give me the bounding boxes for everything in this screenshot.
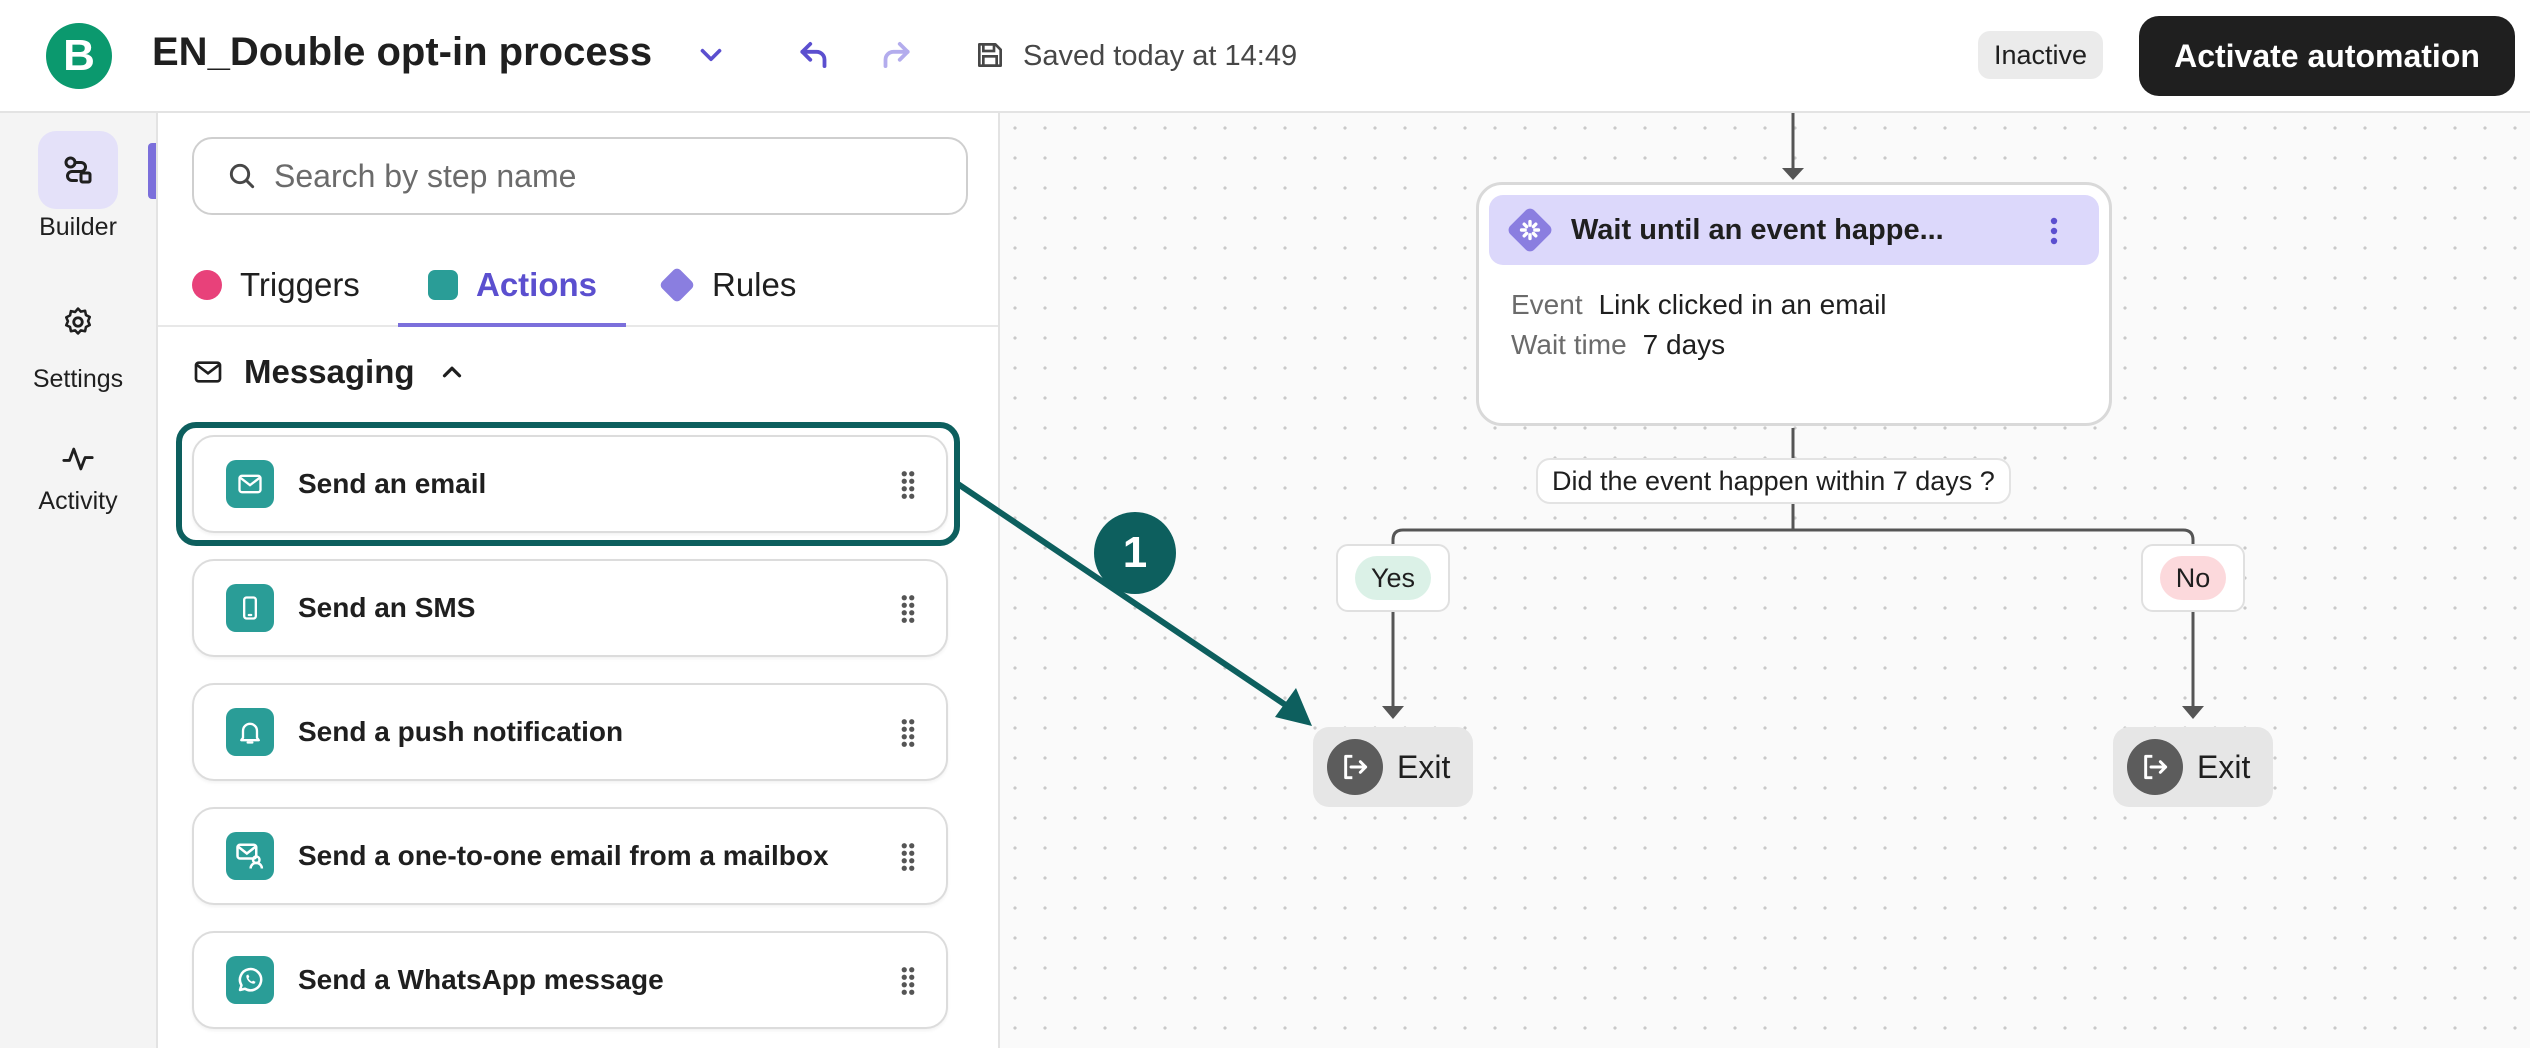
rail-label: Activity — [38, 487, 118, 515]
status-badge: Inactive — [1978, 31, 2104, 79]
exit-label: Exit — [1397, 748, 1451, 785]
event-key: Event — [1511, 289, 1583, 320]
activity-icon — [62, 447, 94, 471]
bell-icon — [226, 708, 274, 756]
wait-time-key: Wait time — [1511, 329, 1627, 360]
wait-time-value: 7 days — [1642, 329, 1726, 360]
event-row: Event Link clicked in an email — [1511, 289, 1887, 321]
save-icon — [978, 43, 1002, 67]
whatsapp-icon — [226, 956, 274, 1004]
builder-icon — [64, 156, 92, 184]
mail-icon — [194, 361, 222, 383]
top-bar: B EN_Double opt-in process Saved today a… — [0, 0, 2530, 113]
wait-card-header: Wait until an event happe... — [1489, 195, 2099, 265]
section-title: Messaging — [244, 353, 415, 390]
rail-item-builder[interactable]: Builder — [0, 131, 156, 242]
steps-panel: Triggers Actions Rules Messaging Send an… — [158, 113, 1000, 1048]
saved-status: Saved today at 14:49 — [1023, 40, 1298, 72]
step-label: Send a WhatsApp message — [298, 964, 664, 995]
gear-icon — [64, 307, 92, 335]
drag-handle-icon[interactable] — [900, 842, 916, 872]
condition-label: Did the event happen within 7 days ? — [1536, 458, 2011, 504]
step-send-whatsapp[interactable]: Send a WhatsApp message — [192, 931, 948, 1029]
active-tab-underline — [398, 323, 626, 327]
redo-icon[interactable] — [876, 36, 914, 74]
chevron-up-icon[interactable] — [437, 357, 467, 387]
brand-logo[interactable]: B — [46, 23, 112, 89]
wait-event-card[interactable]: Wait until an event happe... Event Link c… — [1476, 182, 2112, 426]
search-box[interactable] — [192, 137, 968, 215]
search-icon — [229, 163, 255, 189]
rules-icon — [658, 266, 696, 304]
yes-pill: Yes — [1354, 556, 1432, 600]
automation-title[interactable]: EN_Double opt-in process — [152, 30, 652, 75]
wait-time-row: Wait time 7 days — [1511, 329, 1725, 361]
drag-handle-icon[interactable] — [900, 966, 916, 996]
tab-actions[interactable]: Actions — [428, 243, 597, 327]
undo-icon[interactable] — [796, 36, 834, 74]
step-send-one-to-one[interactable]: Send a one-to-one email from a mailbox — [192, 807, 948, 905]
triggers-icon — [192, 270, 222, 300]
search-input[interactable] — [274, 157, 934, 195]
tab-rules[interactable]: Rules — [658, 243, 797, 327]
actions-icon — [428, 270, 458, 300]
rail-label: Settings — [32, 365, 124, 393]
active-indicator — [148, 143, 156, 199]
chevron-down-icon[interactable] — [694, 38, 728, 72]
no-pill: No — [2159, 556, 2227, 600]
phone-icon — [226, 584, 274, 632]
step-type-tabs: Triggers Actions Rules — [158, 243, 998, 327]
drag-handle-icon[interactable] — [900, 718, 916, 748]
step-send-push[interactable]: Send a push notification — [192, 683, 948, 781]
tab-triggers[interactable]: Triggers — [192, 243, 360, 327]
exit-node-yes[interactable]: Exit — [1313, 727, 1473, 807]
tab-label: Rules — [712, 266, 797, 303]
branch-yes[interactable]: Yes — [1336, 544, 1450, 612]
wait-card-title: Wait until an event happe... — [1571, 213, 1944, 246]
exit-label: Exit — [2197, 748, 2251, 785]
exit-icon — [2127, 739, 2183, 795]
step-label: Send a one-to-one email from a mailbox — [298, 840, 829, 871]
rail-item-settings[interactable]: Settings — [0, 283, 156, 394]
rail-item-activity[interactable]: Activity — [0, 435, 156, 516]
rail-label: Builder — [39, 213, 117, 241]
mailbox-user-icon — [226, 832, 274, 880]
wait-event-icon — [1501, 201, 1559, 259]
exit-node-no[interactable]: Exit — [2113, 727, 2273, 807]
step-label: Send an SMS — [298, 592, 476, 623]
branch-no[interactable]: No — [2141, 544, 2245, 612]
activate-automation-button[interactable]: Activate automation — [2139, 16, 2515, 96]
highlight-frame — [176, 422, 960, 546]
more-options-icon[interactable] — [2049, 217, 2059, 245]
tab-label: Actions — [476, 266, 598, 303]
exit-icon — [1327, 739, 1383, 795]
tab-label: Triggers — [240, 266, 360, 303]
step-label: Send a push notification — [298, 716, 624, 747]
left-nav-rail: Builder Settings Activity — [0, 113, 158, 1048]
annotation-marker: 1 — [1094, 512, 1176, 594]
drag-handle-icon[interactable] — [900, 594, 916, 624]
step-send-sms[interactable]: Send an SMS — [192, 559, 948, 657]
section-messaging[interactable]: Messaging — [192, 353, 467, 391]
event-value: Link clicked in an email — [1598, 289, 1887, 320]
